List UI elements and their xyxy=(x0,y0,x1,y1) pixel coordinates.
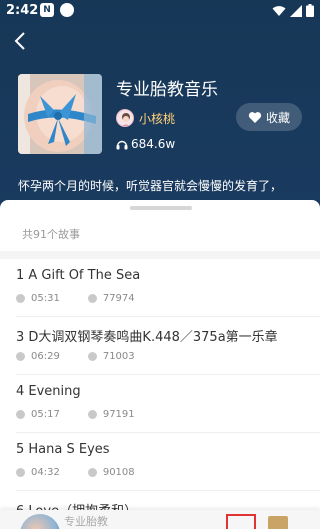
app-screen: 2:42 N 专业胎教音乐 小核桃 684.6w 收藏 怀孕两个月的时候，听觉器… xyxy=(0,0,320,529)
track-title: 3 D大调双钢琴奏鸣曲K.448／375a第一乐章 xyxy=(16,330,278,345)
track-count: 共91个故事 xyxy=(22,228,80,241)
author-avatar[interactable] xyxy=(116,109,134,127)
track-meta: 05:17 97191 xyxy=(16,409,135,420)
wifi-icon xyxy=(272,5,286,16)
track-meta: 06:29 71003 xyxy=(16,351,135,362)
clock-icon xyxy=(16,410,25,419)
track-title: 1 A Gift Of The Sea xyxy=(16,268,141,283)
drag-handle[interactable] xyxy=(130,206,192,210)
mini-player[interactable]: 专业胎教 xyxy=(0,510,320,529)
player-title: 专业胎教 xyxy=(64,515,108,528)
favorite-button[interactable]: 收藏 xyxy=(236,103,302,131)
track-title: 5 Hana S Eyes xyxy=(16,442,110,457)
track-plays: 97191 xyxy=(102,409,135,420)
heart-icon xyxy=(248,111,262,123)
track-duration: 04:32 xyxy=(31,467,60,478)
playlist-button[interactable] xyxy=(226,514,256,529)
signal-icon xyxy=(290,4,302,17)
track-list-sheet: 共91个故事 1 A Gift Of The Sea 05:31 77974 3… xyxy=(0,200,320,529)
clock-icon xyxy=(16,468,25,477)
album-title: 专业胎教音乐 xyxy=(116,80,218,100)
album-cover-image xyxy=(18,74,102,154)
clock-icon xyxy=(16,352,25,361)
track-title: 4 Evening xyxy=(16,384,81,399)
track-row[interactable]: 1 A Gift Of The Sea 05:31 77974 xyxy=(0,259,320,317)
track-plays: 77974 xyxy=(102,293,135,304)
play-count-icon xyxy=(87,352,97,361)
play-count: 684.6w xyxy=(116,137,175,151)
play-count-value: 684.6w xyxy=(131,137,176,151)
notification-dot-icon xyxy=(60,3,74,17)
headphones-icon xyxy=(116,140,128,150)
track-plays: 90108 xyxy=(102,467,135,478)
track-row[interactable]: 3 D大调双钢琴奏鸣曲K.448／375a第一乐章 06:29 71003 xyxy=(0,317,320,375)
track-row[interactable]: 4 Evening 05:17 97191 xyxy=(0,375,320,433)
next-button[interactable] xyxy=(268,516,288,529)
system-icons xyxy=(272,4,314,17)
track-duration: 05:31 xyxy=(31,293,60,304)
track-row[interactable]: 5 Hana S Eyes 04:32 90108 xyxy=(0,433,320,491)
section-divider xyxy=(0,251,320,259)
album-description[interactable]: 怀孕两个月的时候，听觉器官就会慢慢的发育了， xyxy=(18,177,318,194)
battery-icon xyxy=(306,4,314,17)
favorite-label: 收藏 xyxy=(265,110,290,125)
player-thumbnail[interactable] xyxy=(20,514,60,529)
track-plays: 71003 xyxy=(102,351,135,362)
avatar-image xyxy=(117,110,133,126)
back-arrow-icon[interactable] xyxy=(10,30,32,52)
play-count-icon xyxy=(87,294,97,303)
track-duration: 05:17 xyxy=(31,409,60,420)
author-name[interactable]: 小核桃 xyxy=(139,110,175,127)
album-cover xyxy=(18,74,102,154)
track-duration: 06:29 xyxy=(31,351,60,362)
play-count-icon xyxy=(87,410,97,419)
track-meta: 04:32 90108 xyxy=(16,467,135,478)
notification-icon: N xyxy=(40,3,54,17)
status-bar: 2:42 N xyxy=(0,0,320,24)
clock-icon xyxy=(16,294,25,303)
play-count-icon xyxy=(87,468,97,477)
status-time: 2:42 xyxy=(6,3,39,18)
track-meta: 05:31 77974 xyxy=(16,293,135,304)
